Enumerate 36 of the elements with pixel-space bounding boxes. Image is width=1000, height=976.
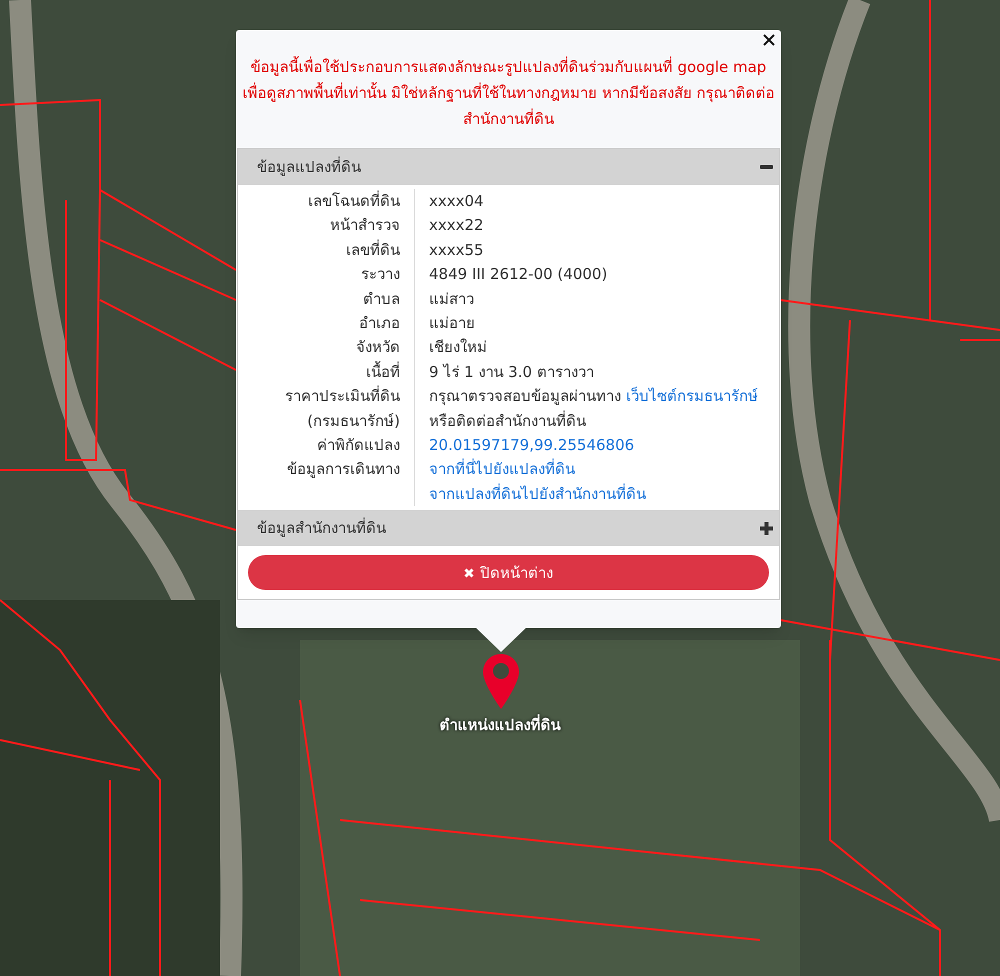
section-header[interactable]: ข้อมูลแปลงที่ดิน <box>238 149 779 185</box>
field-value: เชียงใหม่ <box>429 337 487 358</box>
field-label: จังหวัด <box>356 338 400 356</box>
minus-icon <box>760 165 773 169</box>
section-header[interactable]: ข้อมูลสำนักงานที่ดิน <box>238 510 779 546</box>
field-label: เลขโฉนดที่ดิน <box>308 192 400 210</box>
link[interactable]: 20.01597179,99.25546806 <box>429 433 634 458</box>
field-label: ข้อมูลการเดินทาง <box>287 460 400 478</box>
field-label: หน้าสำรวจ <box>330 216 400 234</box>
field-label: ระวาง <box>361 265 400 284</box>
marker-label: ตำแหน่งแปลงที่ดิน <box>438 714 562 736</box>
field-value: 4849 III 2612-00 (4000) <box>429 264 608 286</box>
field-label: (กรมธนารักษ์) <box>307 412 400 430</box>
field-label: ค่าพิกัดแปลง <box>317 436 400 454</box>
link[interactable]: เว็บไซต์กรมธนารักษ์ <box>626 384 758 409</box>
field-value: หรือติดต่อสำนักงานที่ดิน <box>429 410 586 432</box>
field-label: เนื้อที่ <box>366 362 400 381</box>
field-value: 9 ไร่ 1 งาน 3.0 ตารางวา <box>429 362 594 383</box>
close-icon <box>464 568 474 578</box>
disclaimer-text: ข้อมูลนี้เพื่อใช้ประกอบการแสดงลักษณะรูปแปลงที่ดินร่วมกับแผนที่ google map เพื่อดูสภาพพื้นที่เท่านั้น มิใช่หลักฐานที่ใช้ในทางกฎหมาย หากมีข้อสงสัย กรุณาติดต่อสำนักงานที่ดิน <box>241 55 776 130</box>
field-value: xxxx55 <box>429 240 484 261</box>
field-label: เลขที่ดิน <box>346 240 400 259</box>
field-value: แม่สาว <box>429 288 474 310</box>
field-value: xxxx04 <box>429 191 484 212</box>
field-value: xxxx22 <box>429 215 484 236</box>
close-icon[interactable] <box>763 34 775 46</box>
field-label: ราคาประเมินที่ดิน <box>285 387 400 406</box>
field-label: ตำบล <box>363 290 400 308</box>
field-value: กรุณาตรวจสอบข้อมูลผ่านทาง <box>429 386 621 408</box>
field-label: อำเภอ <box>359 314 400 332</box>
field-value: แม่อาย <box>429 313 475 334</box>
close-window-button[interactable]: ปิดหน้าต่าง <box>248 555 769 590</box>
link[interactable]: จากที่นี่ไปยังแปลงที่ดิน <box>429 457 575 482</box>
map-pin-icon <box>483 654 519 709</box>
plus-icon <box>760 522 773 535</box>
link[interactable]: จากแปลงที่ดินไปยังสำนักงานที่ดิน <box>429 482 646 506</box>
